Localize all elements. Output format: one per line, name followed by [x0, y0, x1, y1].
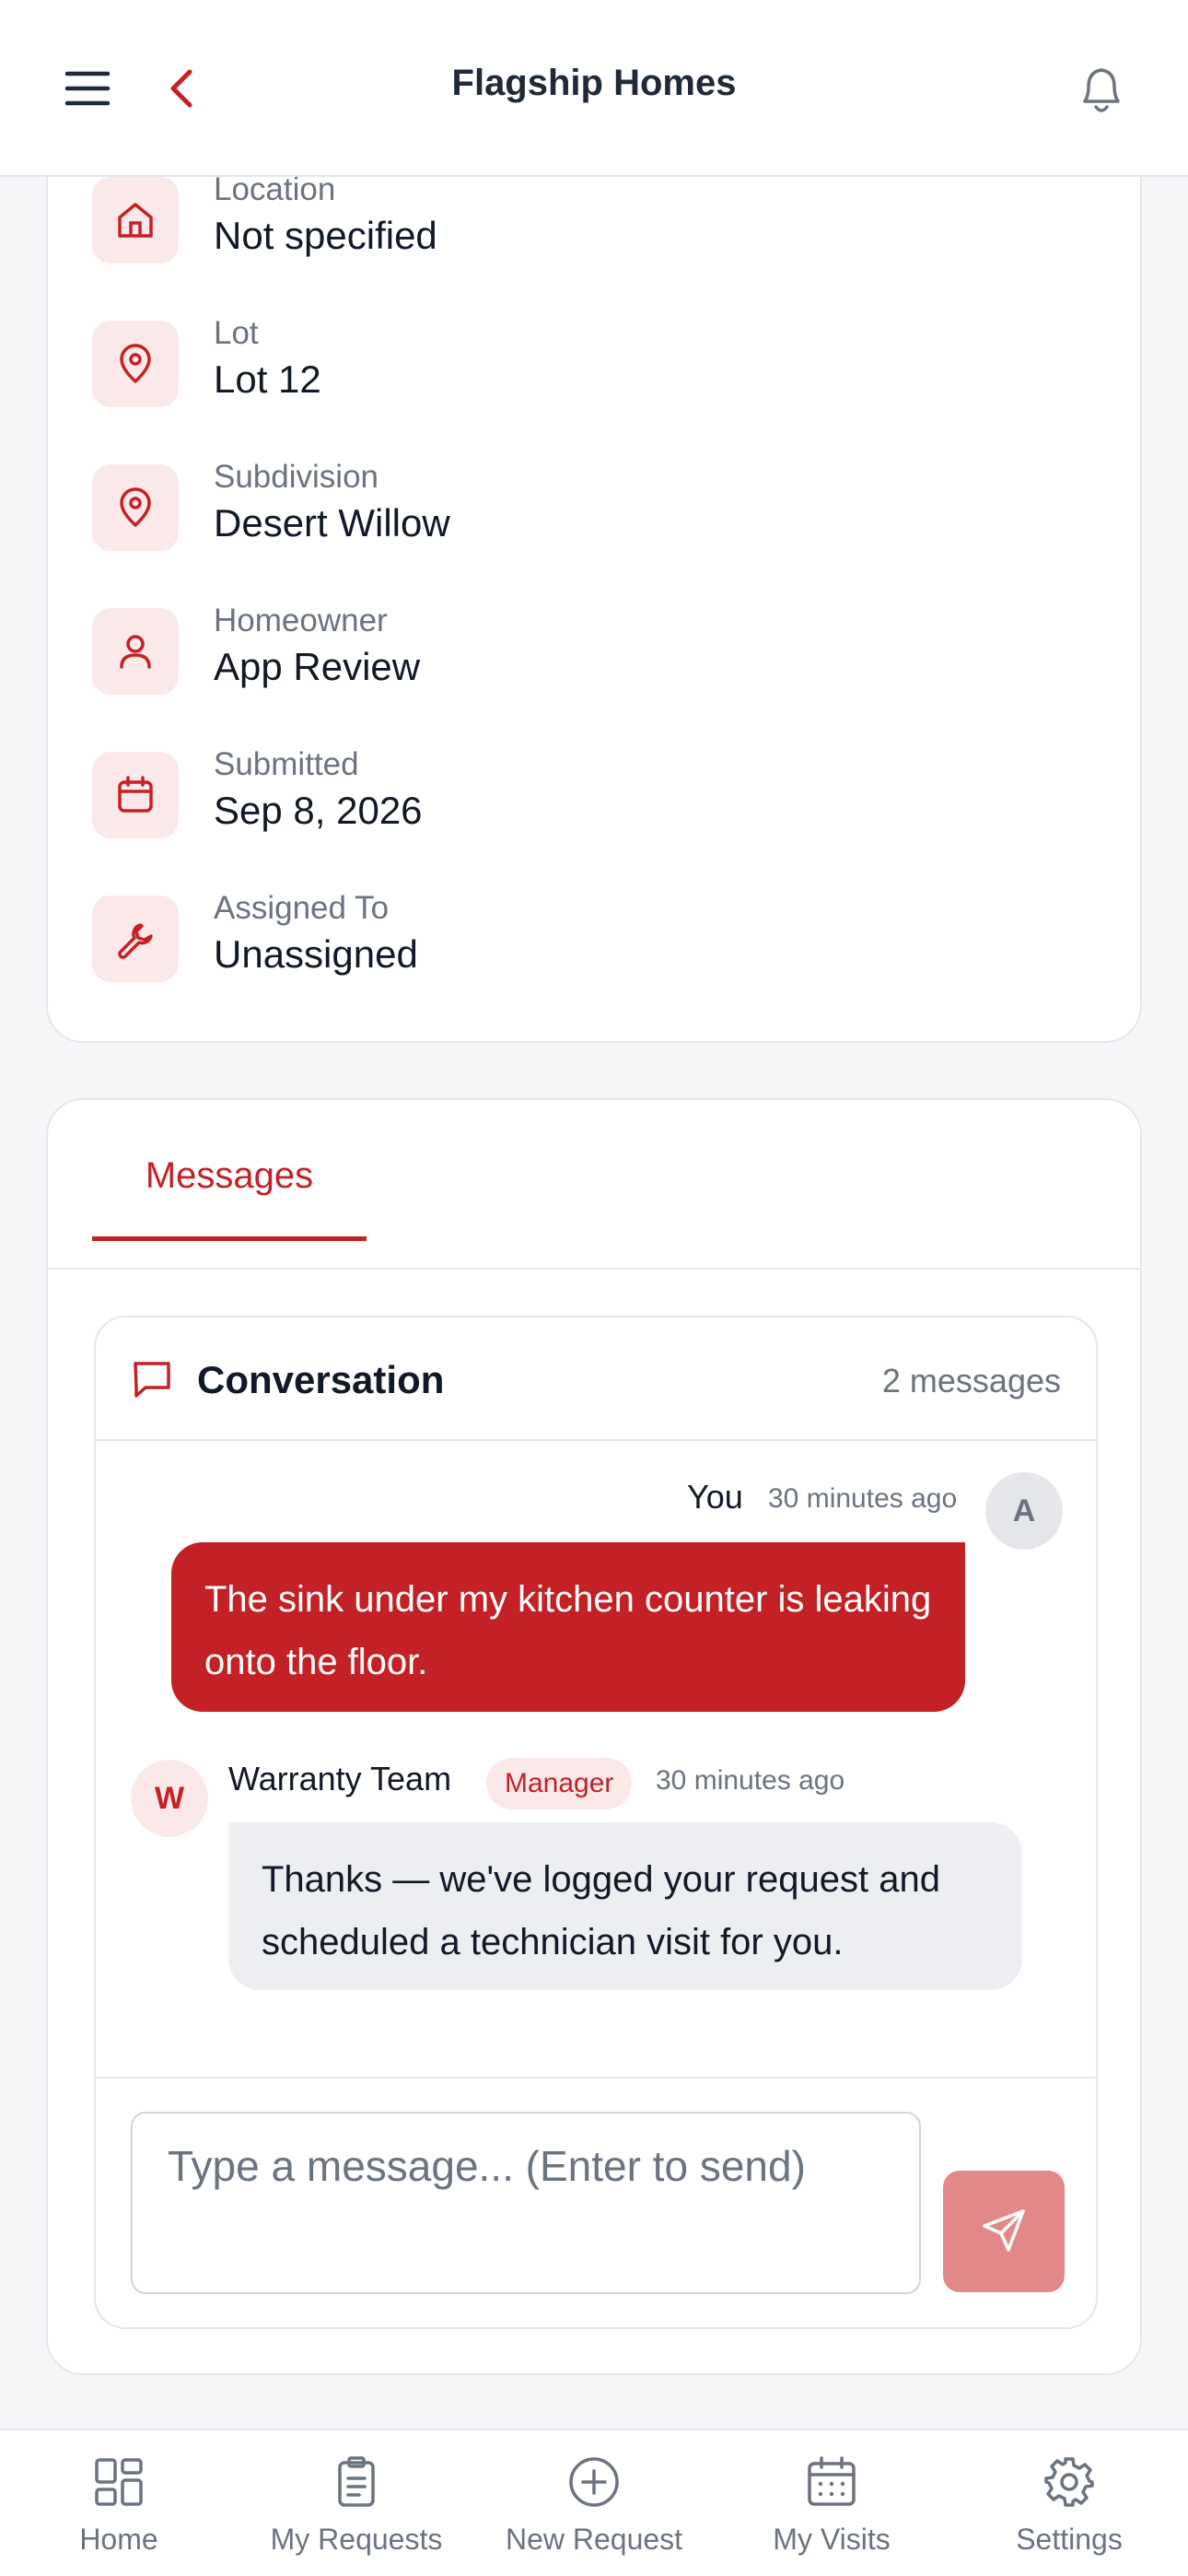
bottom-nav: Home My Requests New Request My Visits S… [0, 2429, 1188, 2576]
message-time: 30 minutes ago [656, 1765, 845, 1796]
divider [96, 2077, 1096, 2078]
detail-label: Lot [214, 315, 259, 351]
role-badge: Manager [486, 1758, 633, 1809]
page-title: Flagship Homes [451, 63, 737, 103]
detail-value: Desert Willow [214, 501, 450, 544]
detail-row-submitted: Submitted Sep 8, 2026 [92, 746, 1013, 881]
detail-row-lot: Lot Lot 12 [92, 315, 1013, 450]
request-details-card: Location Not specified Lot Lot 12 Subdiv… [46, 138, 1142, 1043]
user-icon [92, 608, 179, 695]
send-icon [980, 2207, 1028, 2257]
active-tab-indicator [92, 1236, 367, 1241]
conversation-panel: Conversation 2 messages You 30 minutes a… [94, 1316, 1098, 2329]
detail-label: Subdivision [214, 459, 379, 495]
map-pin-icon [92, 321, 179, 407]
detail-label: Homeowner [214, 603, 388, 638]
detail-value: Not specified [214, 214, 437, 257]
detail-row-assigned-to: Assigned To Unassigned [92, 890, 1013, 1025]
calendar-icon [92, 752, 179, 838]
nav-label: Home [79, 2523, 158, 2556]
avatar: W [131, 1760, 208, 1837]
nav-label: New Request [505, 2523, 683, 2556]
plus-circle-icon [566, 2454, 622, 2510]
nav-label: Settings [1016, 2523, 1123, 2556]
message-bubble-incoming: Thanks — we've logged your request and s… [228, 1822, 1022, 1990]
message-count: 2 messages [881, 1362, 1061, 1399]
dashboard-icon [91, 2454, 146, 2510]
detail-row-location: Location Not specified [92, 171, 1013, 306]
detail-value: Unassigned [214, 932, 418, 976]
avatar: A [985, 1472, 1063, 1550]
message-time: 30 minutes ago [768, 1483, 958, 1514]
message-input[interactable] [131, 2112, 921, 2294]
wrench-icon [92, 896, 179, 982]
clipboard-icon [329, 2454, 384, 2510]
conversation-header: Conversation 2 messages [96, 1317, 1096, 1441]
nav-label: My Visits [773, 2523, 891, 2556]
divider [48, 1268, 1140, 1270]
detail-value: App Review [214, 645, 421, 688]
detail-label: Assigned To [214, 890, 390, 926]
detail-row-subdivision: Subdivision Desert Willow [92, 459, 1013, 593]
bell-icon[interactable] [1076, 63, 1127, 116]
nav-label: My Requests [270, 2523, 443, 2556]
app-header: Flagship Homes [0, 0, 1188, 177]
detail-value: Sep 8, 2026 [214, 789, 423, 832]
nav-item-new-request[interactable]: New Request [475, 2430, 713, 2576]
message-sender: Warranty Team [228, 1760, 452, 1797]
message-sender: You [687, 1478, 743, 1516]
message-square-icon [131, 1358, 173, 1400]
nav-item-settings[interactable]: Settings [950, 2430, 1188, 2576]
detail-value: Lot 12 [214, 357, 321, 401]
nav-item-home[interactable]: Home [0, 2430, 238, 2576]
detail-row-homeowner: Homeowner App Review [92, 603, 1013, 737]
calendar-icon [804, 2454, 859, 2510]
home-icon [92, 177, 179, 263]
messages-card: Messages Conversation 2 messages You 30 … [46, 1098, 1142, 2375]
map-pin-icon [92, 464, 179, 551]
send-button[interactable] [943, 2171, 1065, 2292]
conversation-title: Conversation [197, 1358, 445, 1401]
gear-icon [1042, 2454, 1097, 2510]
nav-item-my-requests[interactable]: My Requests [238, 2430, 475, 2576]
detail-label: Submitted [214, 746, 359, 782]
tab-messages[interactable]: Messages [92, 1155, 367, 1236]
nav-item-my-visits[interactable]: My Visits [713, 2430, 950, 2576]
detail-label: Location [214, 171, 336, 207]
message-bubble-outgoing: The sink under my kitchen counter is lea… [171, 1542, 965, 1712]
